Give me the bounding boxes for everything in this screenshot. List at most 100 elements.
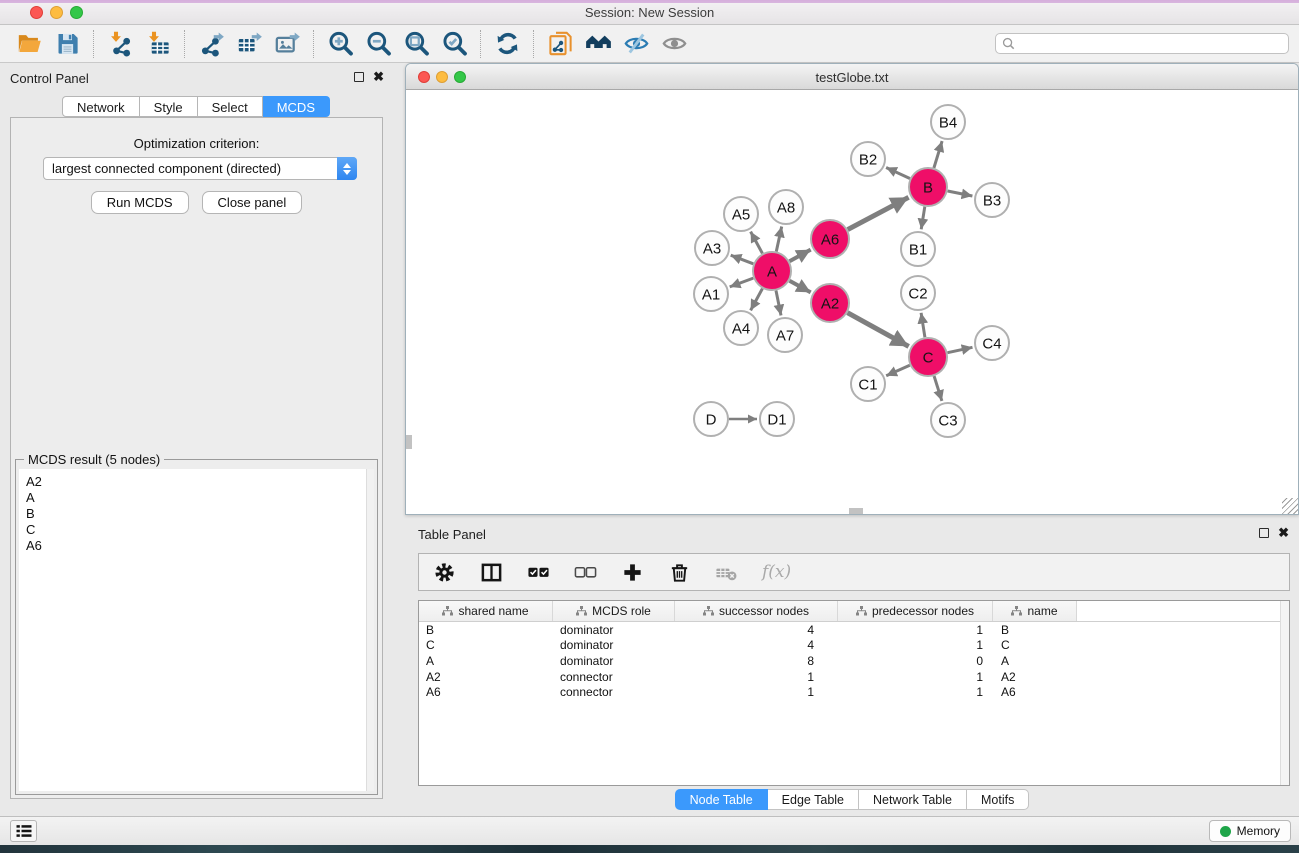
table-cell[interactable]: 1 xyxy=(675,670,838,684)
export-image-button[interactable] xyxy=(271,28,303,60)
graph-edge-B-B1[interactable] xyxy=(921,207,925,230)
graph-edge-A2-C[interactable] xyxy=(848,313,909,347)
select-all-columns-button[interactable] xyxy=(527,561,550,584)
network-graph[interactable]: B4B2BB3A8A5A6A3B1AA1C2A2A4A7C4CC1C3DD1 xyxy=(406,90,1298,514)
graph-node-D[interactable]: D xyxy=(694,402,728,436)
function-builder-button[interactable]: f(x) xyxy=(762,562,791,582)
table-cell[interactable]: 1 xyxy=(838,623,993,637)
result-list-item[interactable]: A xyxy=(26,490,366,506)
table-cell[interactable]: 1 xyxy=(838,685,993,699)
graph-edge-C-C1[interactable] xyxy=(886,365,910,376)
refresh-view-button[interactable] xyxy=(491,28,523,60)
tab-node-table[interactable]: Node Table xyxy=(675,789,768,810)
graph-edge-A-A3[interactable] xyxy=(731,255,754,264)
table-row[interactable]: Cdominator41C xyxy=(419,638,1289,654)
graph-edge-C-C3[interactable] xyxy=(934,376,942,401)
graph-node-A4[interactable]: A4 xyxy=(724,311,758,345)
optimization-criterion-select[interactable]: largest connected component (directed) xyxy=(43,157,357,180)
graph-edge-B-B3[interactable] xyxy=(948,191,973,196)
zoom-selected-button[interactable] xyxy=(438,28,470,60)
table-cell[interactable]: C xyxy=(993,638,1077,652)
graph-node-C4[interactable]: C4 xyxy=(975,326,1009,360)
graph-edge-C-C2[interactable] xyxy=(921,313,925,337)
graph-node-C[interactable]: C xyxy=(909,338,947,376)
table-cell[interactable]: A6 xyxy=(419,685,553,699)
graph-edge-A-A1[interactable] xyxy=(730,278,754,287)
table-cell[interactable]: dominator xyxy=(553,638,675,652)
table-row[interactable]: Adominator80A xyxy=(419,653,1289,669)
result-list-scrollbar[interactable] xyxy=(366,469,374,791)
table-cell[interactable]: connector xyxy=(553,685,675,699)
graph-edge-B-B4[interactable] xyxy=(934,141,942,168)
graph-node-A2[interactable]: A2 xyxy=(811,284,849,322)
graph-node-A3[interactable]: A3 xyxy=(695,231,729,265)
tab-network-table[interactable]: Network Table xyxy=(859,789,967,810)
graph-node-A6[interactable]: A6 xyxy=(811,220,849,258)
table-cell[interactable]: B xyxy=(419,623,553,637)
graph-edge-B-B2[interactable] xyxy=(886,168,910,179)
table-row[interactable]: Bdominator41B xyxy=(419,622,1289,638)
table-settings-button[interactable] xyxy=(433,561,456,584)
table-cell[interactable]: A xyxy=(419,654,553,668)
column-header-successor-nodes[interactable]: successor nodes xyxy=(675,601,838,621)
zoom-in-button[interactable] xyxy=(324,28,356,60)
delete-column-button[interactable] xyxy=(668,561,691,584)
window-titlebar[interactable]: Session: New Session xyxy=(0,0,1299,25)
delete-table-button[interactable] xyxy=(715,561,738,584)
tab-motifs[interactable]: Motifs xyxy=(967,789,1029,810)
new-network-from-selection-button[interactable] xyxy=(544,28,576,60)
hide-graphics-details-button[interactable] xyxy=(620,28,652,60)
table-cell[interactable]: dominator xyxy=(553,654,675,668)
graph-node-A1[interactable]: A1 xyxy=(694,277,728,311)
canvas-vertical-scroll-thumb[interactable] xyxy=(406,435,412,449)
export-network-button[interactable] xyxy=(195,28,227,60)
unselect-all-columns-button[interactable] xyxy=(574,561,597,584)
table-cell[interactable]: dominator xyxy=(553,623,675,637)
open-session-button[interactable] xyxy=(13,28,45,60)
zoom-out-button[interactable] xyxy=(362,28,394,60)
table-cell[interactable]: 1 xyxy=(838,670,993,684)
mcds-result-list[interactable]: A2ABCA6 xyxy=(19,469,366,791)
add-column-button[interactable] xyxy=(621,561,644,584)
graph-node-C3[interactable]: C3 xyxy=(931,403,965,437)
column-header-name[interactable]: name xyxy=(993,601,1077,621)
search-box[interactable] xyxy=(995,33,1289,54)
table-cell[interactable]: A2 xyxy=(993,670,1077,684)
graph-edge-A-A5[interactable] xyxy=(751,232,763,254)
table-cell[interactable]: connector xyxy=(553,670,675,684)
run-mcds-button[interactable]: Run MCDS xyxy=(91,191,189,214)
graph-edge-A-A2[interactable] xyxy=(790,281,811,293)
result-list-item[interactable]: A6 xyxy=(26,538,366,554)
tab-style[interactable]: Style xyxy=(140,96,198,117)
graph-node-C2[interactable]: C2 xyxy=(901,276,935,310)
home-view-button[interactable] xyxy=(582,28,614,60)
search-input[interactable] xyxy=(1019,36,1282,51)
table-cell[interactable]: 1 xyxy=(838,638,993,652)
graph-node-A7[interactable]: A7 xyxy=(768,318,802,352)
graph-node-B2[interactable]: B2 xyxy=(851,142,885,176)
close-panel-button[interactable]: Close panel xyxy=(202,191,303,214)
tab-network[interactable]: Network xyxy=(62,96,140,117)
graph-node-C1[interactable]: C1 xyxy=(851,367,885,401)
window-resize-grip[interactable] xyxy=(1282,498,1298,514)
close-table-panel-icon[interactable]: ✖ xyxy=(1278,526,1289,540)
close-panel-icon[interactable]: ✖ xyxy=(373,70,384,84)
show-graphics-details-button[interactable] xyxy=(658,28,690,60)
table-cell[interactable]: 0 xyxy=(838,654,993,668)
graph-node-A5[interactable]: A5 xyxy=(724,197,758,231)
graph-node-B[interactable]: B xyxy=(909,168,947,206)
tab-mcds[interactable]: MCDS xyxy=(263,96,330,117)
column-header-predecessor-nodes[interactable]: predecessor nodes xyxy=(838,601,993,621)
graph-edge-A6-B[interactable] xyxy=(848,197,909,229)
graph-edge-A-A7[interactable] xyxy=(776,291,781,316)
graph-node-B4[interactable]: B4 xyxy=(931,105,965,139)
zoom-fit-button[interactable] xyxy=(400,28,432,60)
graph-edge-A-A6[interactable] xyxy=(790,250,811,262)
table-cell[interactable]: 1 xyxy=(675,685,838,699)
graph-edge-C-C4[interactable] xyxy=(948,347,973,352)
table-cell[interactable]: 4 xyxy=(675,638,838,652)
graph-edge-A-A8[interactable] xyxy=(776,227,781,252)
memory-button[interactable]: Memory xyxy=(1209,820,1291,842)
import-table-button[interactable] xyxy=(142,28,174,60)
result-list-item[interactable]: B xyxy=(26,506,366,522)
